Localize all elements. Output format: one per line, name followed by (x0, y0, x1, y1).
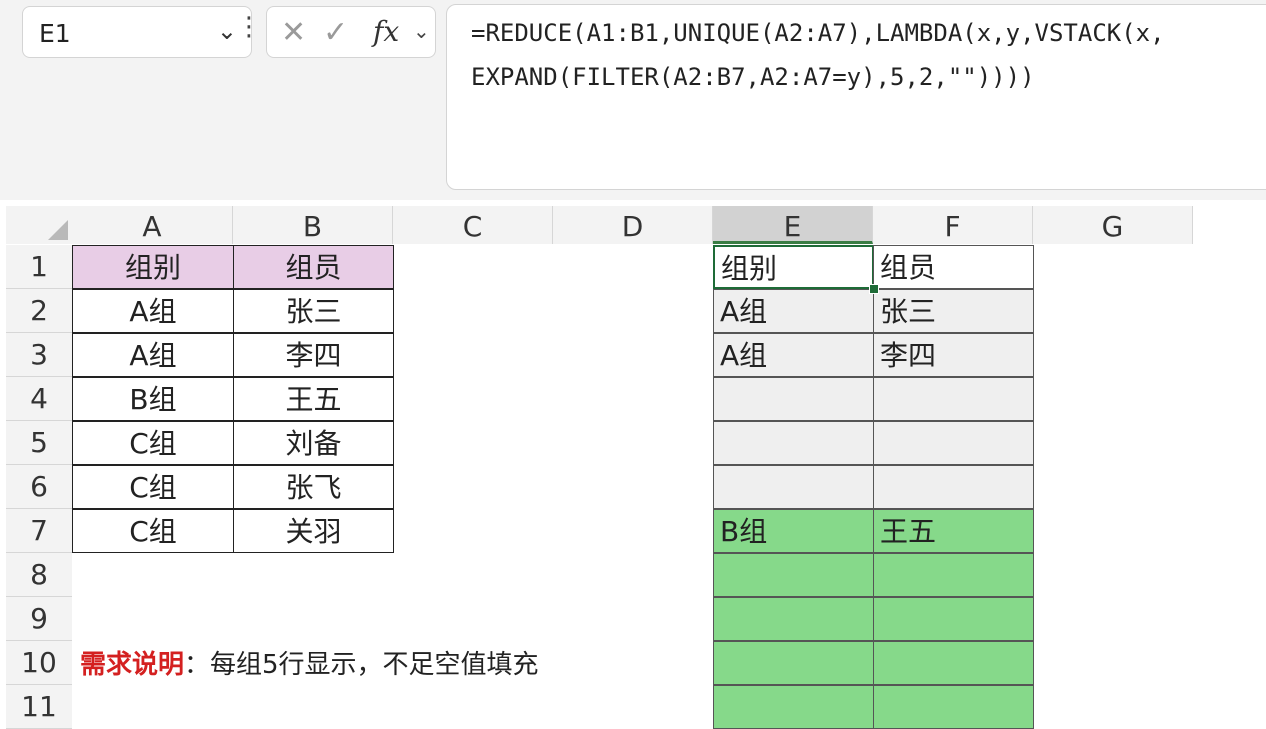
result-cell-e4[interactable] (713, 377, 874, 421)
source-cell-a3[interactable]: A组 (72, 333, 234, 377)
result-cell-f10[interactable] (873, 641, 1034, 685)
source-cell-a7[interactable]: C组 (72, 509, 234, 553)
result-cell-f9[interactable] (873, 597, 1034, 641)
result-cell-f6[interactable] (873, 465, 1034, 509)
note-text: ：每组5行显示，不足空值填充 (184, 650, 539, 680)
source-cell-b5[interactable]: 刘备 (233, 421, 394, 465)
note-label: 需求说明 (80, 650, 185, 680)
name-box[interactable]: E1 ⌄ (22, 6, 252, 58)
source-cell-a4[interactable]: B组 (72, 377, 234, 421)
source-cell-b2[interactable]: 张三 (233, 289, 394, 333)
row-header-1[interactable]: 1 (6, 245, 72, 289)
confirm-icon[interactable]: ✓ (323, 15, 348, 50)
source-cell-b7[interactable]: 关羽 (233, 509, 394, 553)
source-cell-b3[interactable]: 李四 (233, 333, 394, 377)
result-cell-f8[interactable] (873, 553, 1034, 597)
result-cell-f3[interactable]: 李四 (873, 333, 1034, 377)
result-cell-e7[interactable]: B组 (713, 509, 874, 553)
row-header-6[interactable]: 6 (6, 465, 72, 509)
row-header-11[interactable]: 11 (6, 685, 72, 729)
result-cell-e9[interactable] (713, 597, 874, 641)
source-cell-a6[interactable]: C组 (72, 465, 234, 509)
select-all-icon (48, 220, 68, 240)
column-header-e[interactable]: E (713, 206, 873, 244)
result-cell-e5[interactable] (713, 421, 874, 465)
row-header-3[interactable]: 3 (6, 333, 72, 377)
requirement-note: 需求说明：每组5行显示，不足空值填充 (80, 644, 539, 681)
result-cell-f2[interactable]: 张三 (873, 289, 1034, 333)
fill-handle[interactable] (869, 284, 879, 294)
select-all-corner[interactable] (6, 206, 72, 244)
result-cell-e6[interactable] (713, 465, 874, 509)
column-header-a[interactable]: A (72, 206, 233, 244)
source-cell-b4[interactable]: 王五 (233, 377, 394, 421)
column-header-b[interactable]: B (233, 206, 393, 244)
column-header-d[interactable]: D (553, 206, 713, 244)
result-cell-e3[interactable]: A组 (713, 333, 874, 377)
row-header-8[interactable]: 8 (6, 553, 72, 597)
result-cell-f11[interactable] (873, 685, 1034, 729)
cell-reference: E1 (39, 19, 71, 48)
source-cell-a5[interactable]: C组 (72, 421, 234, 465)
formula-controls: ✕ ✓ fx ⌄ (266, 6, 436, 58)
row-header-10[interactable]: 10 (6, 641, 72, 685)
formula-line-1: =REDUCE(A1:B1,UNIQUE(A2:A7),LAMBDA(x,y,V… (471, 19, 1165, 47)
result-cell-f7[interactable]: 王五 (873, 509, 1034, 553)
row-header-2[interactable]: 2 (6, 289, 72, 333)
insert-function-icon[interactable]: fx (373, 15, 399, 48)
column-header-c[interactable]: C (393, 206, 553, 244)
source-cell-b1[interactable]: 组员 (233, 245, 394, 289)
formula-input[interactable]: =REDUCE(A1:B1,UNIQUE(A2:A7),LAMBDA(x,y,V… (446, 4, 1266, 190)
result-cell-e10[interactable] (713, 641, 874, 685)
column-header-f[interactable]: F (873, 206, 1033, 244)
cancel-icon[interactable]: ✕ (281, 15, 306, 50)
column-header-g[interactable]: G (1033, 206, 1193, 244)
row-header-4[interactable]: 4 (6, 377, 72, 421)
formula-line-2: EXPAND(FILTER(A2:B7,A2:A7=y),5,2,"")))) (471, 63, 1035, 91)
result-cell-e1[interactable]: 组别 (713, 245, 874, 289)
source-cell-a1[interactable]: 组别 (72, 245, 234, 289)
source-cell-a2[interactable]: A组 (72, 289, 234, 333)
result-cell-f1[interactable]: 组员 (873, 245, 1034, 289)
source-cell-b6[interactable]: 张飞 (233, 465, 394, 509)
result-cell-f5[interactable] (873, 421, 1034, 465)
row-header-7[interactable]: 7 (6, 509, 72, 553)
result-cell-e2[interactable]: A组 (713, 289, 874, 333)
result-cell-e8[interactable] (713, 553, 874, 597)
result-cell-f4[interactable] (873, 377, 1034, 421)
result-cell-e11[interactable] (713, 685, 874, 729)
row-header-5[interactable]: 5 (6, 421, 72, 465)
chevron-down-icon[interactable]: ⌄ (413, 19, 430, 43)
chevron-down-icon[interactable]: ⌄ (217, 17, 237, 45)
more-options-icon[interactable]: ⋮ (236, 14, 262, 40)
row-header-9[interactable]: 9 (6, 597, 72, 641)
